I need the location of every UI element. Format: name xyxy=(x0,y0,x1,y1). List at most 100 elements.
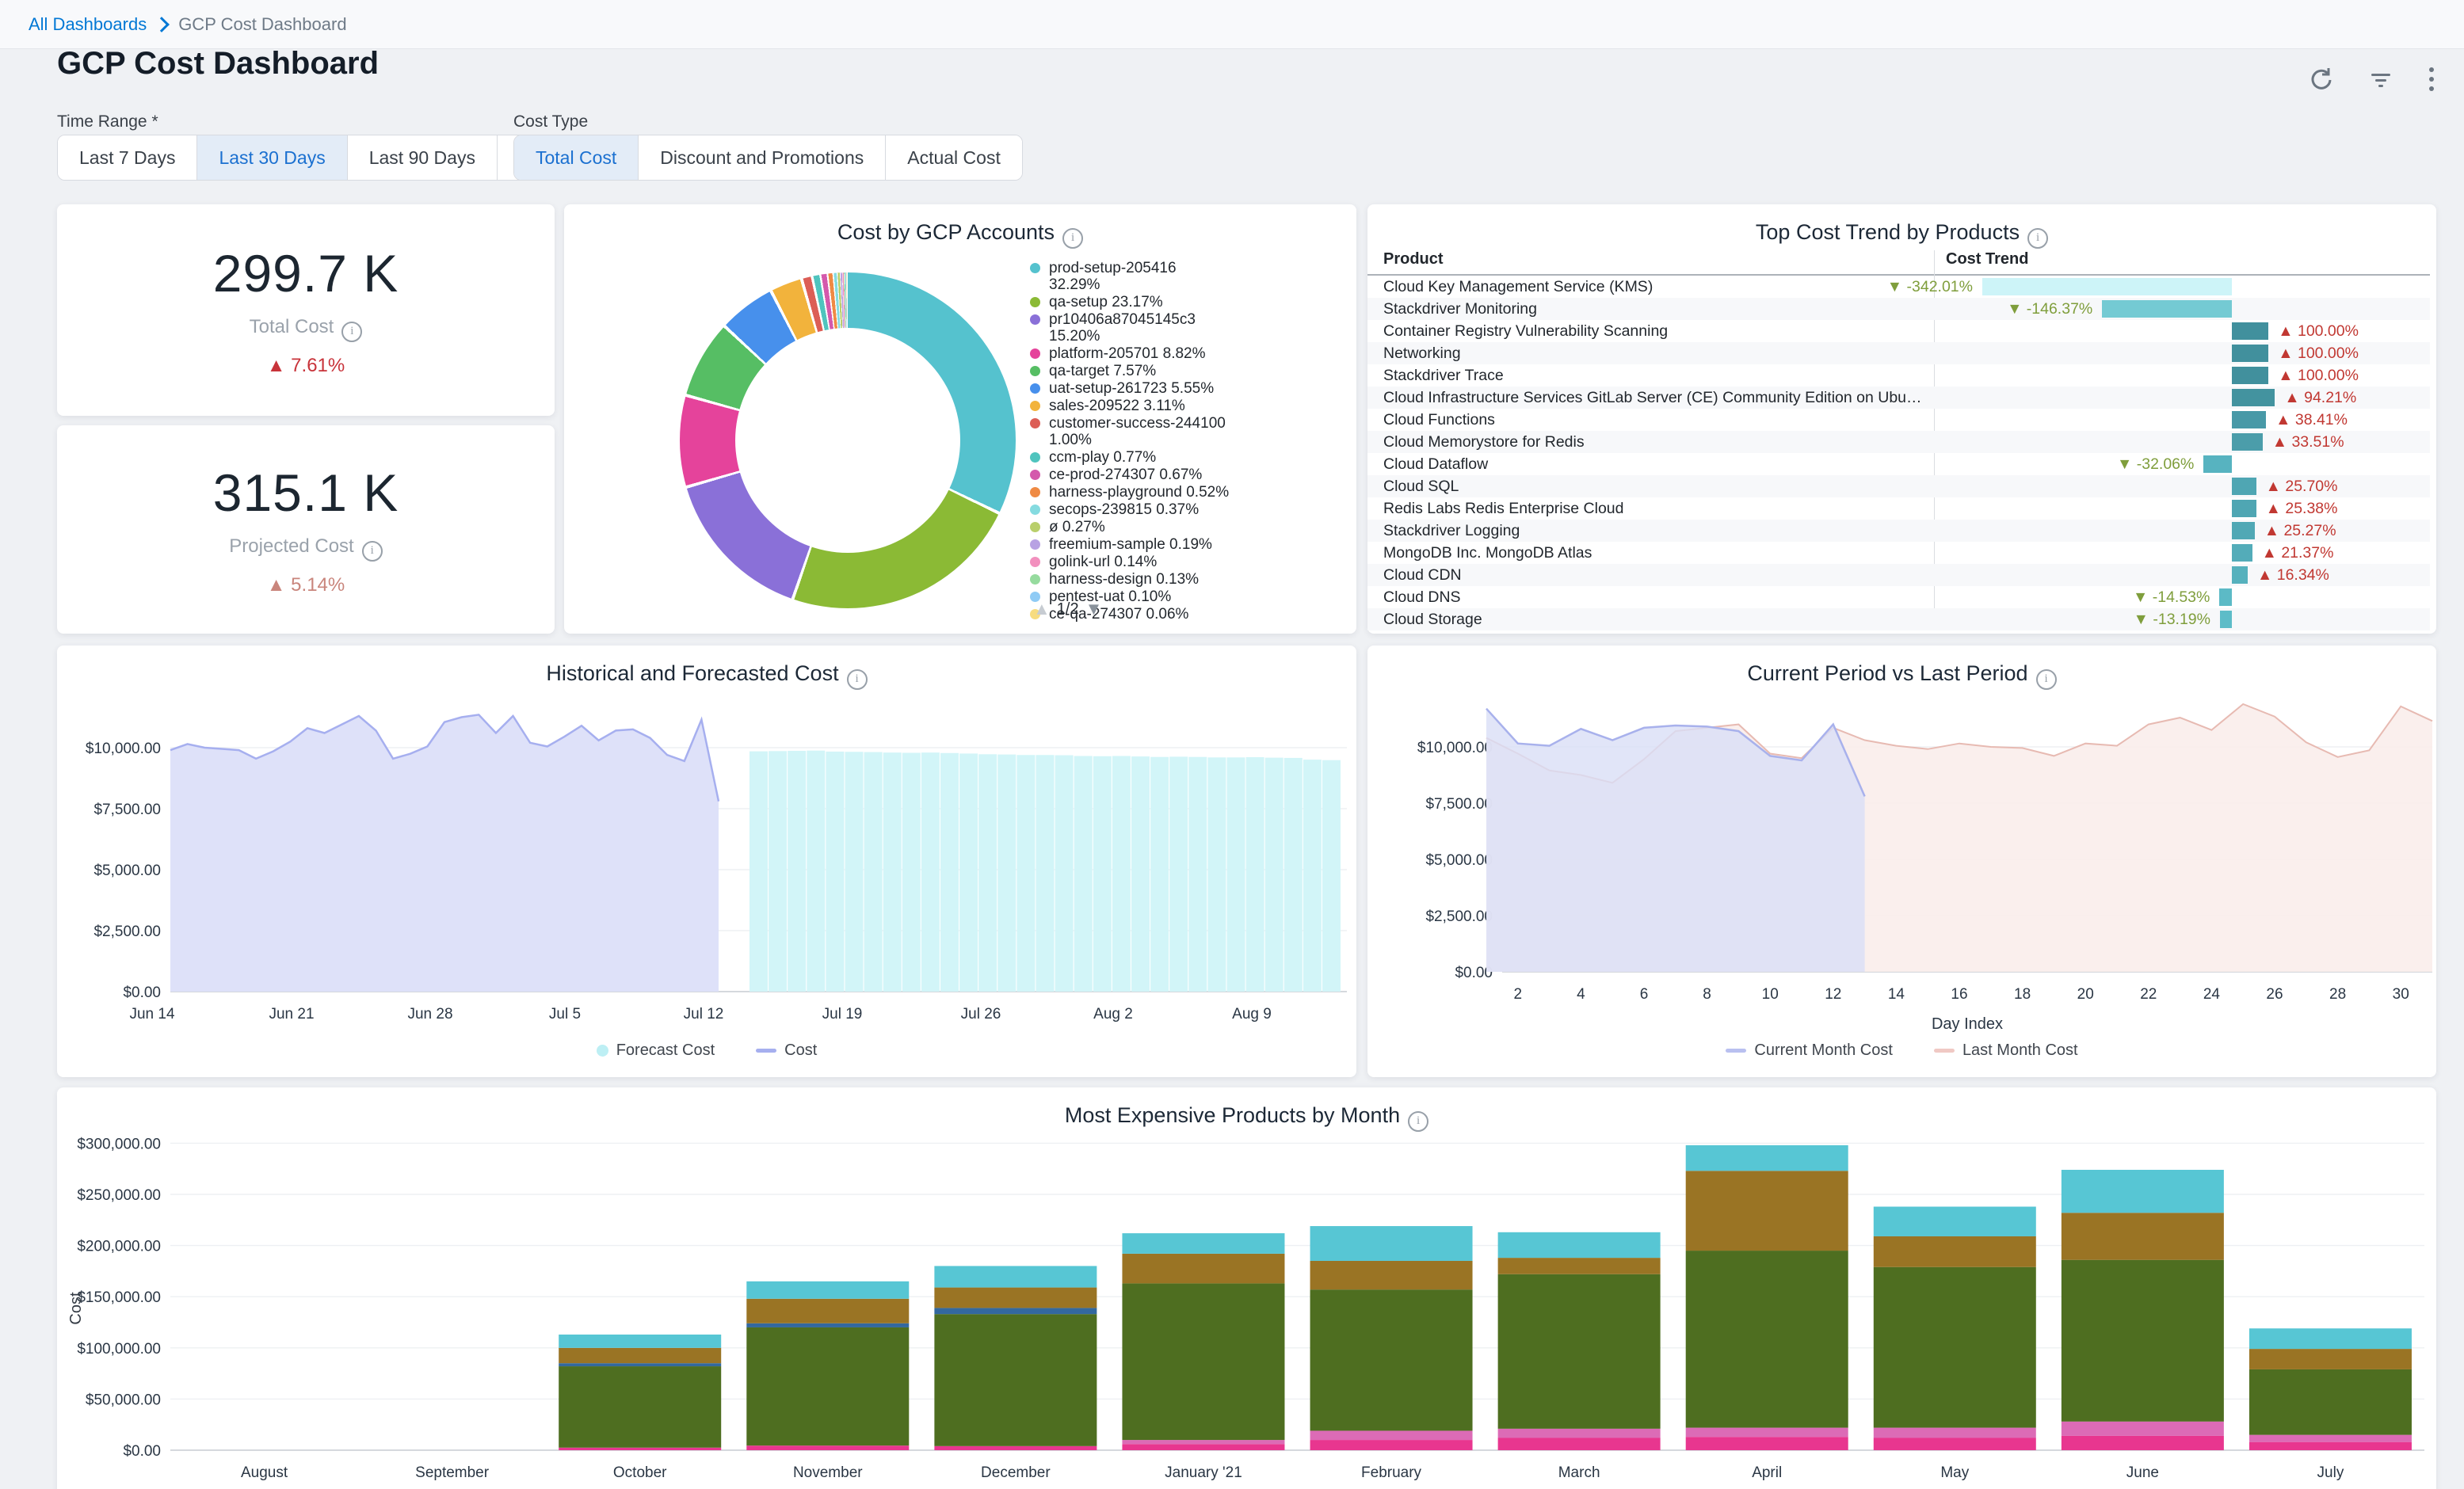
time-range-option[interactable]: Last 7 Days xyxy=(58,135,197,180)
table-row[interactable]: Cloud SQL▲ 25.70% xyxy=(1367,475,2430,497)
table-row[interactable]: Cloud Functions▲ 38.41% xyxy=(1367,409,2430,431)
svg-text:$200,000.00: $200,000.00 xyxy=(77,1239,161,1255)
period-compare-chart[interactable]: $10,000.00$7,500.00$5,000.00$2,500.00$0.… xyxy=(1367,645,2436,1034)
legend-swatch xyxy=(1030,366,1040,376)
table-row[interactable]: Stackdriver Trace▲ 100.00% xyxy=(1367,364,2430,387)
svg-text:Jul 19: Jul 19 xyxy=(822,1006,863,1022)
legend-item[interactable]: pr10406a87045145c3 15.20% xyxy=(1030,311,1355,345)
page-indicator: 1/2 xyxy=(1057,600,1079,619)
legend-item[interactable]: uat-setup-261723 5.55% xyxy=(1030,380,1355,397)
table-row[interactable]: Cloud Memorystore for Redis▲ 33.51% xyxy=(1367,431,2430,453)
table-row[interactable]: Cloud DNS▼ -14.53% xyxy=(1367,586,2430,608)
legend-item[interactable]: qa-setup 23.17% xyxy=(1030,294,1355,310)
time-range-option[interactable]: Last 90 Days xyxy=(348,135,498,180)
legend-item[interactable]: Cost xyxy=(756,1042,817,1060)
kebab-menu-icon[interactable] xyxy=(2426,63,2437,95)
page-up-icon[interactable]: ▲ xyxy=(1033,599,1051,619)
total-cost-card: 299.7 K Total Cost ▲ 7.61% xyxy=(57,204,555,416)
svg-text:10: 10 xyxy=(1762,986,1779,1003)
legend-item[interactable]: Current Month Cost xyxy=(1726,1042,1893,1060)
product-name: Stackdriver Logging xyxy=(1383,522,1922,540)
cost-type-option[interactable]: Actual Cost xyxy=(886,135,1022,180)
svg-text:20: 20 xyxy=(2077,986,2094,1003)
legend-swatch xyxy=(1030,557,1040,567)
table-row[interactable]: Cloud Storage▼ -13.19% xyxy=(1367,608,2430,630)
info-icon[interactable] xyxy=(2036,669,2057,690)
legend-item[interactable]: harness-design 0.13% xyxy=(1030,571,1355,588)
svg-text:Jul 12: Jul 12 xyxy=(684,1006,724,1022)
svg-text:$100,000.00: $100,000.00 xyxy=(77,1341,161,1358)
legend-item[interactable]: customer-success-244100 1.00% xyxy=(1030,415,1355,448)
info-icon[interactable] xyxy=(1408,1111,1428,1132)
legend-item[interactable]: sales-209522 3.11% xyxy=(1030,398,1355,414)
cost-type-option[interactable]: Total Cost xyxy=(514,135,639,180)
legend-marker xyxy=(756,1049,776,1053)
legend-item[interactable]: secops-239815 0.37% xyxy=(1030,501,1355,518)
trend-value: ▼ -13.19% xyxy=(2134,611,2210,628)
svg-text:Aug 2: Aug 2 xyxy=(1093,1006,1133,1022)
trend-table-body: Cloud Key Management Service (KMS)▼ -342… xyxy=(1367,276,2430,630)
svg-text:18: 18 xyxy=(2014,986,2031,1003)
table-row[interactable]: MongoDB Inc. MongoDB Atlas▲ 21.37% xyxy=(1367,542,2430,564)
info-icon[interactable] xyxy=(1062,228,1083,249)
table-row[interactable]: Container Registry Vulnerability Scannin… xyxy=(1367,320,2430,342)
legend-item[interactable]: ccm-play 0.77% xyxy=(1030,449,1355,466)
table-row[interactable]: Redis Labs Redis Enterprise Cloud▲ 25.38… xyxy=(1367,497,2430,520)
table-row[interactable]: Cloud Infrastructure Services GitLab Ser… xyxy=(1367,387,2430,409)
legend-item[interactable]: Last Month Cost xyxy=(1934,1042,2078,1060)
filter-icon[interactable] xyxy=(2367,66,2394,93)
svg-text:16: 16 xyxy=(1951,986,1967,1003)
table-row[interactable]: Stackdriver Logging▲ 25.27% xyxy=(1367,520,2430,542)
trend-value: ▼ -342.01% xyxy=(1887,278,1973,295)
column-header-product[interactable]: Product xyxy=(1383,250,1444,268)
legend-item[interactable]: prod-setup-205416 32.29% xyxy=(1030,260,1355,293)
legend-item[interactable]: ø 0.27% xyxy=(1030,519,1355,535)
gcp-cost-dashboard: All Dashboards GCP Cost Dashboard GCP Co… xyxy=(0,0,2464,1489)
trend-bar xyxy=(2232,367,2268,384)
page-down-icon[interactable]: ▼ xyxy=(1085,599,1103,619)
legend-item[interactable]: freemium-sample 0.19% xyxy=(1030,536,1355,553)
monthly-stacked-bar-chart[interactable]: $300,000.00$250,000.00$200,000.00$150,00… xyxy=(57,1087,2436,1489)
cost-trend-cell: ▼ -13.19% xyxy=(1935,608,2430,630)
svg-text:$300,000.00: $300,000.00 xyxy=(77,1136,161,1152)
table-row[interactable]: Cloud Dataflow▼ -32.06% xyxy=(1367,453,2430,475)
cost-trend-cell: ▲ 100.00% xyxy=(1935,364,2430,387)
svg-text:14: 14 xyxy=(1888,986,1905,1003)
table-row[interactable]: Cloud CDN▲ 16.34% xyxy=(1367,564,2430,586)
table-row[interactable]: Cloud Key Management Service (KMS)▼ -342… xyxy=(1367,276,2430,298)
legend-item[interactable]: qa-target 7.57% xyxy=(1030,363,1355,379)
svg-text:12: 12 xyxy=(1825,986,1841,1003)
product-name: Cloud Key Management Service (KMS) xyxy=(1383,278,1922,296)
info-icon[interactable] xyxy=(847,669,868,690)
legend-label: ccm-play 0.77% xyxy=(1049,449,1230,466)
legend-swatch xyxy=(1030,574,1040,585)
info-icon[interactable] xyxy=(362,541,383,562)
legend-item[interactable]: harness-playground 0.52% xyxy=(1030,484,1355,501)
time-range-option[interactable]: Last 30 Days xyxy=(197,135,347,180)
refresh-icon[interactable] xyxy=(2307,65,2336,93)
legend-label: ø 0.27% xyxy=(1049,519,1230,535)
cost-trend-cell: ▲ 25.70% xyxy=(1935,475,2430,497)
svg-text:May: May xyxy=(1940,1464,1969,1481)
svg-text:$10,000.00: $10,000.00 xyxy=(1417,740,1493,756)
historical-forecast-chart[interactable]: $10,000.00$7,500.00$5,000.00$2,500.00$0.… xyxy=(57,645,1356,1034)
column-header-cost-trend[interactable]: Cost Trend xyxy=(1946,250,2028,268)
legend-item[interactable]: platform-205701 8.82% xyxy=(1030,345,1355,362)
time-range-label: Time Range * xyxy=(57,112,158,131)
breadcrumb-all-dashboards-link[interactable]: All Dashboards xyxy=(29,14,147,35)
info-icon[interactable] xyxy=(2027,228,2048,249)
table-row[interactable]: Networking▲ 100.00% xyxy=(1367,342,2430,364)
info-icon[interactable] xyxy=(341,322,362,342)
product-name: Stackdriver Monitoring xyxy=(1383,300,1922,318)
legend-item[interactable]: Forecast Cost xyxy=(597,1042,715,1060)
cost-type-option[interactable]: Discount and Promotions xyxy=(639,135,886,180)
legend-item[interactable]: golink-url 0.14% xyxy=(1030,554,1355,570)
legend-label: ce-prod-274307 0.67% xyxy=(1049,467,1230,483)
gcp-accounts-donut-chart[interactable] xyxy=(680,272,1016,608)
dashboard-actions xyxy=(2307,63,2437,95)
table-row[interactable]: Stackdriver Monitoring▼ -146.37% xyxy=(1367,298,2430,320)
svg-text:$10,000.00: $10,000.00 xyxy=(86,741,161,757)
legend-item[interactable]: ce-prod-274307 0.67% xyxy=(1030,467,1355,483)
product-name: Cloud Functions xyxy=(1383,411,1922,429)
trend-bar xyxy=(2232,544,2252,562)
